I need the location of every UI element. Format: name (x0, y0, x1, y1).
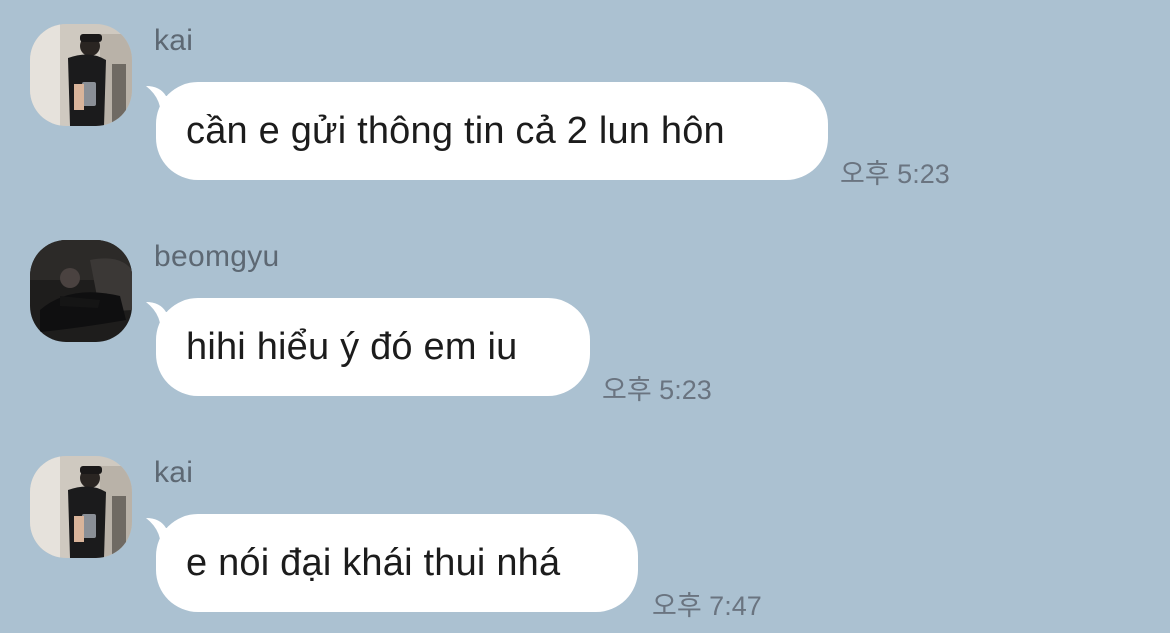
kai-avatar-image (30, 456, 132, 558)
chat-view: kai cần e gửi thông tin cả 2 lun hôn 오후 … (0, 0, 1170, 633)
message-time: 오후 5:23 (840, 159, 950, 189)
message-time: 오후 7:47 (652, 591, 762, 621)
message-text: hihi hiểu ý đó em iu (186, 325, 518, 368)
message-row: kai e nói đại khái thui nhá 오후 7:47 (0, 432, 1170, 632)
message-text: e nói đại khái thui nhá (186, 541, 561, 584)
sender-name: kai (154, 456, 194, 489)
avatar[interactable] (30, 240, 132, 342)
sender-name: kai (154, 24, 194, 57)
avatar[interactable] (30, 456, 132, 558)
message-row: kai cần e gửi thông tin cả 2 lun hôn 오후 … (0, 0, 1170, 200)
message-text: cần e gửi thông tin cả 2 lun hôn (186, 109, 725, 152)
message-bubble[interactable]: e nói đại khái thui nhá (156, 514, 638, 612)
message-bubble[interactable]: hihi hiểu ý đó em iu (156, 298, 590, 396)
message-bubble[interactable]: cần e gửi thông tin cả 2 lun hôn (156, 82, 828, 180)
message-row: beomgyu hihi hiểu ý đó em iu 오후 5:23 (0, 216, 1170, 416)
message-time: 오후 5:23 (602, 375, 712, 405)
sender-name: beomgyu (154, 240, 280, 273)
avatar[interactable] (30, 24, 132, 126)
kai-avatar-image (30, 24, 132, 126)
beomgyu-avatar-image (30, 240, 132, 342)
